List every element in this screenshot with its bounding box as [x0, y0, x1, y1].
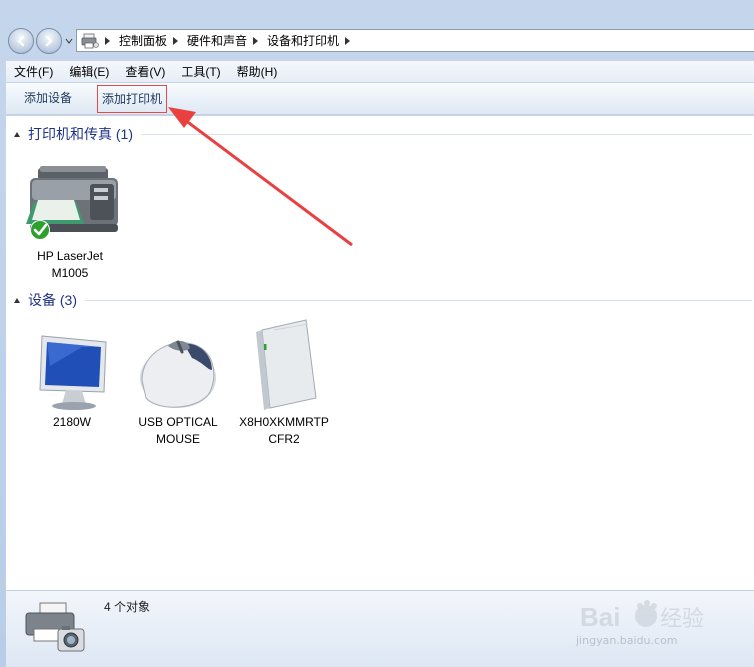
breadcrumb-separator-icon[interactable] — [253, 36, 259, 45]
collapse-triangle-icon[interactable] — [14, 297, 20, 303]
watermark-url: jingyan.baidu.com — [576, 634, 678, 647]
devices-printers-large-icon — [25, 602, 85, 652]
device-mouse[interactable]: USB OPTICAL MOUSE — [128, 328, 228, 448]
back-button[interactable] — [8, 28, 34, 54]
group-divider — [85, 299, 752, 301]
device-label-line1: 2180W — [52, 415, 92, 429]
device-view: 打印机和传真 (1) HP LaserJet M1005 设备 (3) 2180… — [6, 116, 754, 590]
device-label-line2: MOUSE — [155, 432, 200, 446]
svg-text:Bai: Bai — [580, 602, 620, 632]
menu-edit[interactable]: 编辑(E) — [61, 61, 117, 83]
device-label-line1: USB OPTICAL — [138, 415, 218, 429]
menu-file[interactable]: 文件(F) — [6, 61, 61, 83]
tower-computer-icon — [234, 318, 334, 414]
breadcrumb-separator-icon[interactable] — [173, 36, 179, 45]
window-frame: 控制面板 硬件和声音 设备和打印机 文件(F) 编辑(E) 查看(V) 工具(T… — [0, 0, 754, 667]
group-printers-title: 打印机和传真 (1) — [28, 126, 133, 142]
menu-help[interactable]: 帮助(H) — [229, 61, 286, 83]
breadcrumb-separator-icon[interactable] — [105, 36, 110, 45]
forward-button[interactable] — [36, 28, 62, 54]
breadcrumb-separator-icon[interactable] — [345, 36, 351, 45]
history-dropdown-icon[interactable] — [64, 36, 74, 46]
monitor-icon — [22, 328, 122, 414]
address-bar[interactable]: 控制面板 硬件和声音 设备和打印机 — [76, 29, 754, 52]
device-monitor[interactable]: 2180W — [22, 328, 122, 431]
breadcrumb-control-panel[interactable]: 控制面板 — [119, 32, 167, 49]
device-computer[interactable]: X8H0XKMMRTP CFR2 — [234, 318, 334, 448]
add-device-button[interactable]: 添加设备 — [20, 85, 76, 113]
menu-view[interactable]: 查看(V) — [117, 61, 173, 83]
back-arrow-icon — [17, 35, 25, 47]
item-count: 4 个对象 — [104, 600, 151, 614]
device-label-line1: X8H0XKMMRTP — [239, 415, 329, 429]
group-divider — [141, 133, 752, 135]
breadcrumb-hardware-sound[interactable]: 硬件和声音 — [187, 32, 247, 49]
collapse-triangle-icon[interactable] — [14, 131, 20, 137]
menu-tools[interactable]: 工具(T) — [173, 61, 228, 83]
svg-text:经验: 经验 — [660, 607, 704, 632]
menu-bar: 文件(F) 编辑(E) 查看(V) 工具(T) 帮助(H) — [6, 60, 754, 82]
device-label-line2: M1005 — [51, 266, 89, 280]
device-label-line1: HP LaserJet — [37, 249, 103, 263]
printer-icon — [20, 162, 120, 248]
mouse-icon — [128, 328, 228, 414]
forward-arrow-icon — [45, 35, 53, 47]
devices-printers-icon — [81, 33, 99, 48]
group-printers-header[interactable]: 打印机和传真 (1) — [6, 124, 754, 144]
device-label-line2: CFR2 — [268, 432, 300, 446]
group-devices-title: 设备 (3) — [28, 292, 77, 308]
group-devices-header[interactable]: 设备 (3) — [6, 290, 754, 310]
command-bar: 添加设备 添加打印机 — [6, 83, 754, 115]
breadcrumb-devices-printers[interactable]: 设备和打印机 — [267, 32, 339, 49]
address-region: 控制面板 硬件和声音 设备和打印机 — [0, 0, 754, 60]
device-printer-hp[interactable]: HP LaserJet M1005 — [20, 162, 120, 282]
add-printer-button[interactable]: 添加打印机 — [97, 84, 168, 113]
baidu-watermark-logo: Bai 经验 — [580, 600, 704, 632]
